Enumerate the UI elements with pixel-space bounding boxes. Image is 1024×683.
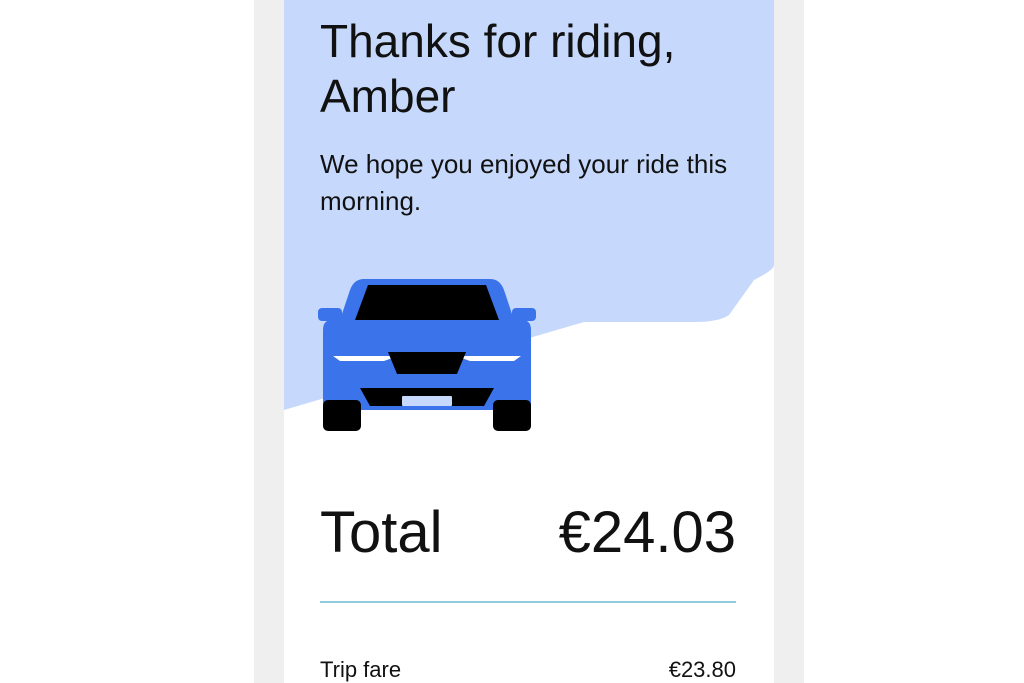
screen: Thanks for riding, Amber We hope you enj… (0, 0, 1024, 683)
line-item-label: Trip fare (320, 657, 402, 682)
left-frame-edge (254, 0, 284, 683)
line-item-value: €23.80 (668, 657, 736, 682)
receipt-card: Thanks for riding, Amber We hope you enj… (284, 0, 774, 683)
greeting-title: Thanks for riding, Amber (320, 15, 676, 122)
greeting-message: We hope you enjoyed your ride this morni… (320, 149, 728, 216)
total-label: Total (320, 500, 443, 565)
right-frame-edge (774, 0, 804, 683)
total-amount: €24.03 (558, 500, 736, 565)
divider-line (320, 601, 736, 603)
car-front-icon (318, 279, 536, 431)
